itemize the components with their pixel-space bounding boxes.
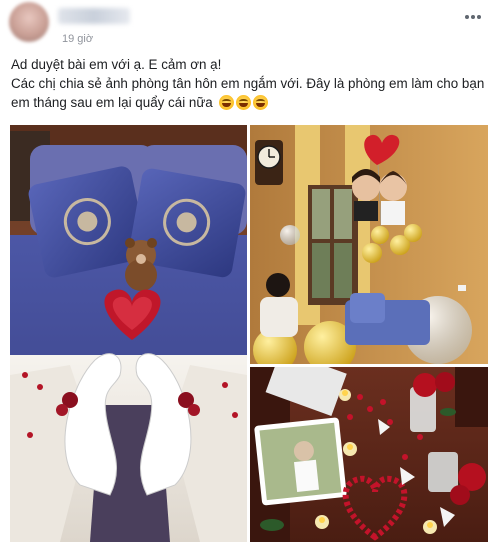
more-horizontal-icon <box>465 15 481 19</box>
post-timestamp[interactable]: 19 giờ <box>62 33 93 45</box>
laughing-emoji-icon <box>252 95 268 110</box>
laughing-emoji-icon <box>218 95 234 110</box>
laughing-emoji-icon <box>235 95 251 110</box>
photo-grid <box>10 125 488 542</box>
post-text-line: Các chị chia sẻ ảnh phòng tân hôn em ngắ… <box>11 74 491 115</box>
post-text-line: Ad duyệt bài em với ạ. E cảm ơn ạ! <box>11 57 222 72</box>
photo-room-balloons[interactable] <box>250 125 488 364</box>
post-header: 19 giờ <box>0 0 497 56</box>
photo-table-petals[interactable] <box>250 367 488 542</box>
avatar[interactable] <box>9 2 49 42</box>
post-card: 19 giờ Ad duyệt bài em với ạ. E cảm ơn ạ… <box>0 0 497 542</box>
emoji-group <box>217 95 268 115</box>
author-name-blurred[interactable] <box>58 8 130 24</box>
photo-bed-swans[interactable] <box>10 125 247 542</box>
more-options-button[interactable] <box>462 10 484 24</box>
post-text: Ad duyệt bài em với ạ. E cảm ơn ạ! Các c… <box>11 55 491 115</box>
